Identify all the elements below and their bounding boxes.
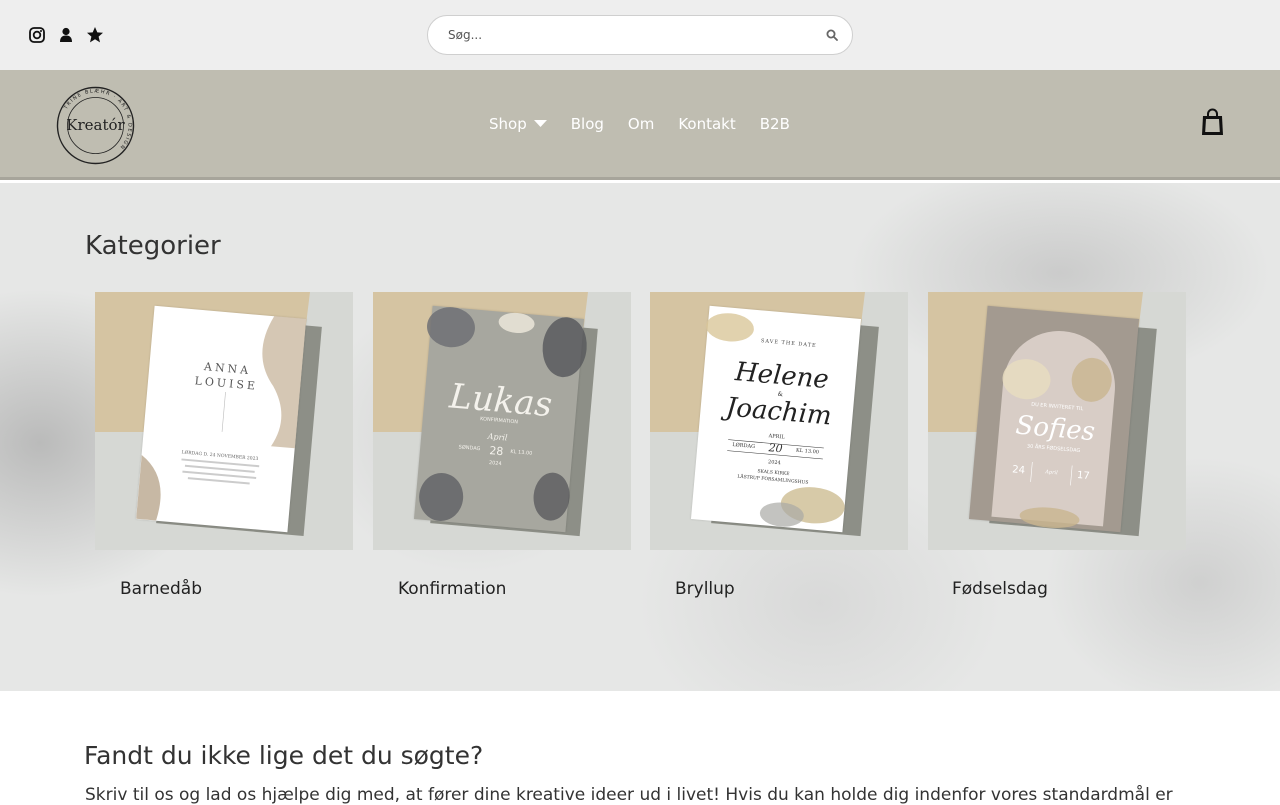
svg-text:24: 24 <box>1012 464 1026 476</box>
category-card-fodselsdag[interactable]: DU ER INVITERET TIL Sofies 30 ÅRS FØDSEL… <box>928 292 1186 599</box>
nav-kontakt[interactable]: Kontakt <box>678 115 735 133</box>
svg-text:APRIL: APRIL <box>767 433 785 441</box>
section-text: Skriv til os og lad os hjælpe dig med, a… <box>85 785 1173 805</box>
category-image[interactable]: ANNA LOUISE LØRDAG D. 24 NOVEMBER 2023 <box>95 292 353 550</box>
contact-teaser-section: Fandt du ikke lige det du søgte? Skriv t… <box>0 691 1280 805</box>
category-image[interactable]: SAVE THE DATE Helene & Joachim APRIL LØR… <box>650 292 908 550</box>
category-label[interactable]: Konfirmation <box>398 579 506 599</box>
main-nav: Shop Blog Om Kontakt B2B <box>489 115 790 133</box>
top-bar <box>0 0 1280 70</box>
category-card-barnedab[interactable]: ANNA LOUISE LØRDAG D. 24 NOVEMBER 2023 B… <box>95 292 353 599</box>
svg-text:2024: 2024 <box>489 460 502 467</box>
nav-shop[interactable]: Shop <box>489 115 547 133</box>
logo[interactable]: TRINE BLÆHR · ART & DESIGN Kreatór <box>56 86 135 165</box>
search-input[interactable] <box>448 25 818 45</box>
nav-b2b-label: B2B <box>759 115 790 133</box>
svg-text:April: April <box>1044 469 1058 476</box>
svg-text:Helene: Helene <box>733 357 830 395</box>
shopping-bag-icon[interactable] <box>1200 108 1225 136</box>
category-card-konfirmation[interactable]: Lukas KONFIRMATION April SØNDAG 28 KL 13… <box>373 292 631 599</box>
svg-text:April: April <box>486 432 508 443</box>
category-label[interactable]: Bryllup <box>675 579 735 599</box>
category-image[interactable]: DU ER INVITERET TIL Sofies 30 ÅRS FØDSEL… <box>928 292 1186 550</box>
category-image[interactable]: Lukas KONFIRMATION April SØNDAG 28 KL 13… <box>373 292 631 550</box>
nav-kontakt-label: Kontakt <box>678 115 736 133</box>
category-label[interactable]: Barnedåb <box>120 579 202 599</box>
svg-text:28: 28 <box>489 444 504 458</box>
svg-text:LØRDAG: LØRDAG <box>732 441 755 450</box>
search-box <box>427 15 853 55</box>
svg-text:Joachim: Joachim <box>720 392 833 432</box>
svg-text:ANNA: ANNA <box>203 360 252 377</box>
site-header: TRINE BLÆHR · ART & DESIGN Kreatór Shop … <box>0 70 1280 180</box>
svg-text:2024: 2024 <box>768 459 781 466</box>
section-title: Kategorier <box>85 231 221 261</box>
nav-blog-label: Blog <box>570 115 604 133</box>
social-links <box>28 26 104 44</box>
search-icon[interactable] <box>826 29 838 41</box>
svg-text:KL 13.00: KL 13.00 <box>510 449 532 457</box>
instagram-icon[interactable] <box>28 26 46 44</box>
svg-text:SØNDAG: SØNDAG <box>458 443 480 452</box>
nav-shop-label: Shop <box>489 115 527 133</box>
svg-text:17: 17 <box>1076 470 1090 482</box>
star-icon[interactable] <box>86 26 104 44</box>
svg-text:LOUISE: LOUISE <box>194 374 258 392</box>
svg-text:Kreatór: Kreatór <box>66 116 125 134</box>
nav-blog[interactable]: Blog <box>571 115 604 133</box>
nav-om-label: Om <box>627 115 655 133</box>
category-card-bryllup[interactable]: SAVE THE DATE Helene & Joachim APRIL LØR… <box>650 292 908 599</box>
categories-section: Kategorier ANNA LOUISE LØRDAG D. 24 NOVE… <box>0 183 1280 691</box>
chevron-down-icon[interactable] <box>533 120 547 128</box>
svg-text:SAVE THE DATE: SAVE THE DATE <box>761 338 817 349</box>
user-icon[interactable] <box>57 26 75 44</box>
section-heading: Fandt du ikke lige det du søgte? <box>84 741 484 770</box>
svg-text:KL 13.00: KL 13.00 <box>796 448 819 456</box>
nav-b2b[interactable]: B2B <box>760 115 790 133</box>
nav-om[interactable]: Om <box>628 115 654 133</box>
category-label[interactable]: Fødselsdag <box>952 579 1048 599</box>
